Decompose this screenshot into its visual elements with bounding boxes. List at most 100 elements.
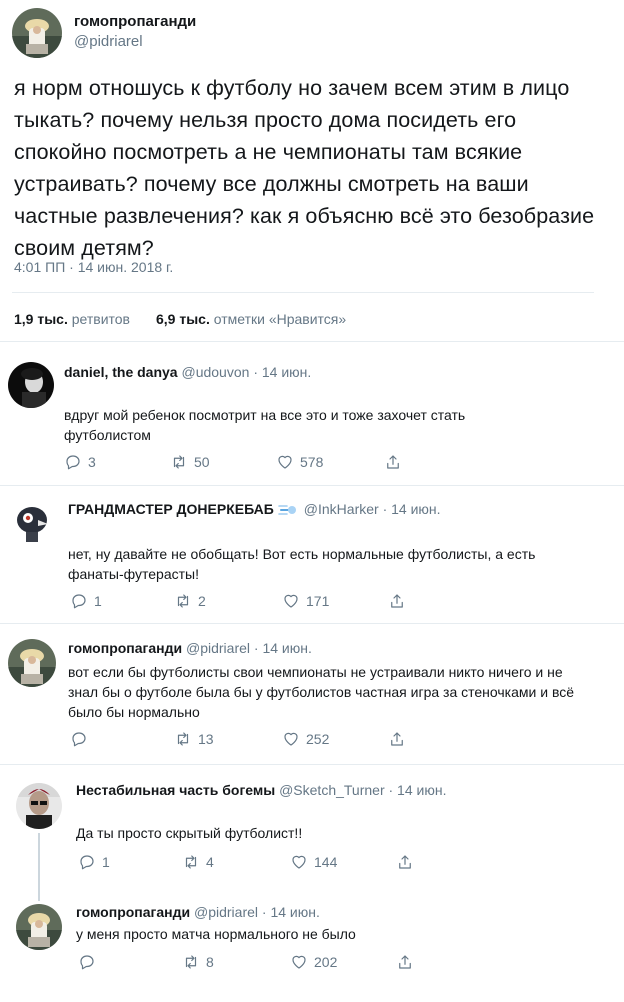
reply-date[interactable]: · 14 июн. bbox=[254, 640, 312, 656]
reply-icon bbox=[72, 732, 86, 747]
retweet-count: 8 bbox=[206, 954, 214, 970]
like-button[interactable]: 171 bbox=[282, 592, 329, 610]
retweet-count: 13 bbox=[198, 731, 214, 747]
reply-icon bbox=[80, 855, 94, 870]
retweet-icon bbox=[177, 732, 189, 746]
likes-count: 6,9 тыс. bbox=[156, 311, 210, 327]
reply-text: нет, ну давайте не обобщать! Вот есть но… bbox=[68, 546, 536, 582]
reply-author-name[interactable]: ГРАНДМАСТЕР ДОНЕРКЕБАБ bbox=[68, 501, 274, 517]
retweets-stat[interactable]: 1,9 тыс. ретвитов bbox=[14, 311, 130, 327]
like-count: 144 bbox=[314, 854, 338, 870]
retweet-button[interactable]: 13 bbox=[174, 730, 214, 748]
reply-icon bbox=[72, 594, 86, 609]
heart-icon bbox=[284, 732, 298, 746]
share-button[interactable] bbox=[388, 592, 406, 610]
divider bbox=[12, 292, 594, 293]
reply-avatar[interactable] bbox=[8, 362, 54, 408]
share-icon bbox=[399, 955, 411, 969]
reply-author-handle[interactable]: @udouvon bbox=[181, 364, 249, 380]
reply-avatar[interactable] bbox=[16, 783, 62, 829]
share-icon bbox=[387, 455, 399, 469]
reply-header: daniel, the danya @udouvon · 14 июн. bbox=[64, 364, 311, 380]
dash-emoji-icon bbox=[277, 505, 296, 516]
reply-count: 3 bbox=[88, 454, 96, 470]
reply-actions: 1 2 171 bbox=[70, 592, 430, 612]
reply-date[interactable]: · 14 июн. bbox=[389, 782, 447, 798]
share-button[interactable] bbox=[396, 953, 414, 971]
heart-icon bbox=[278, 455, 292, 469]
reply-avatar[interactable] bbox=[8, 639, 56, 687]
retweet-button[interactable]: 4 bbox=[182, 853, 214, 871]
retweet-button[interactable]: 2 bbox=[174, 592, 206, 610]
share-button[interactable] bbox=[396, 853, 414, 871]
like-count: 578 bbox=[300, 454, 324, 470]
retweet-button[interactable]: 50 bbox=[170, 453, 210, 471]
reply-author-name[interactable]: гомопропаганди bbox=[76, 904, 190, 920]
reply-author-name[interactable]: daniel, the danya bbox=[64, 364, 178, 380]
retweets-label: ретвитов bbox=[71, 311, 130, 327]
reply-text: вот если бы футболисты свои чемпионаты н… bbox=[68, 664, 575, 720]
retweet-icon bbox=[173, 455, 185, 469]
retweet-button[interactable]: 8 bbox=[182, 953, 214, 971]
thread-connector bbox=[38, 833, 40, 901]
like-count: 252 bbox=[306, 731, 330, 747]
reply-author-name[interactable]: Нестабильная часть богемы bbox=[76, 782, 275, 798]
reply-avatar[interactable] bbox=[16, 904, 62, 950]
like-count: 202 bbox=[314, 954, 338, 970]
like-count: 171 bbox=[306, 593, 330, 609]
tweet-stats: 1,9 тыс. ретвитов 6,9 тыс. отметки «Нрави… bbox=[14, 311, 346, 327]
reply-date[interactable]: · 14 июн. bbox=[262, 904, 320, 920]
heart-icon bbox=[292, 955, 306, 969]
reply-text: вдруг мой ребенок посмотрит на все это и… bbox=[64, 407, 466, 443]
reply-text: Да ты просто скрытый футболист!! bbox=[76, 825, 303, 841]
reply-author-handle[interactable]: @pidriarel bbox=[194, 904, 258, 920]
author-avatar[interactable] bbox=[12, 8, 62, 58]
reply-date[interactable]: · 14 июн. bbox=[253, 364, 311, 380]
reply-count: 1 bbox=[102, 854, 110, 870]
reply-icon bbox=[80, 955, 94, 970]
share-button[interactable] bbox=[388, 730, 406, 748]
like-button[interactable]: 202 bbox=[290, 953, 337, 971]
like-button[interactable]: 144 bbox=[290, 853, 337, 871]
reply-date[interactable]: · 14 июн. bbox=[383, 501, 441, 517]
retweet-icon bbox=[185, 955, 197, 969]
divider bbox=[0, 623, 624, 624]
author-handle[interactable]: @pidriarel bbox=[74, 33, 143, 50]
reply-icon bbox=[66, 455, 80, 470]
reply-actions: 3 50 578 bbox=[64, 453, 424, 473]
reply-actions: 1 4 144 bbox=[78, 853, 438, 873]
reply-author-handle[interactable]: @Sketch_Turner bbox=[279, 782, 385, 798]
share-icon bbox=[399, 855, 411, 869]
reply-author-handle[interactable]: @InkHarker bbox=[304, 501, 379, 517]
reply-button[interactable]: 1 bbox=[70, 592, 102, 610]
share-icon bbox=[391, 594, 403, 608]
tweet-timestamp[interactable]: 4:01 ПП · 14 июн. 2018 г. bbox=[14, 259, 173, 275]
author-name[interactable]: гомопропаганди bbox=[74, 13, 196, 30]
reply-header: гомопропаганди @pidriarel · 14 июн. bbox=[76, 904, 320, 920]
share-button[interactable] bbox=[384, 453, 402, 471]
reply-header: гомопропаганди @pidriarel · 14 июн. bbox=[68, 640, 312, 656]
retweet-count: 50 bbox=[194, 454, 210, 470]
retweet-count: 2 bbox=[198, 593, 206, 609]
likes-stat[interactable]: 6,9 тыс. отметки «Нравится» bbox=[156, 311, 346, 327]
reply-header: ГРАНДМАСТЕР ДОНЕРКЕБАБ @InkHarker · 14 ию… bbox=[68, 501, 441, 517]
reply-count: 1 bbox=[94, 593, 102, 609]
reply-button[interactable] bbox=[78, 953, 102, 971]
like-button[interactable]: 252 bbox=[282, 730, 329, 748]
divider bbox=[0, 341, 624, 342]
heart-icon bbox=[284, 594, 298, 608]
reply-avatar[interactable] bbox=[8, 498, 56, 546]
reply-author-name[interactable]: гомопропаганди bbox=[68, 640, 182, 656]
retweet-icon bbox=[177, 594, 189, 608]
reply-author-handle[interactable]: @pidriarel bbox=[186, 640, 250, 656]
reply-button[interactable]: 1 bbox=[78, 853, 110, 871]
divider bbox=[0, 485, 624, 486]
like-button[interactable]: 578 bbox=[276, 453, 323, 471]
retweets-count: 1,9 тыс. bbox=[14, 311, 68, 327]
reply-actions: 13 252 bbox=[70, 730, 430, 750]
heart-icon bbox=[292, 855, 306, 869]
reply-button[interactable]: 3 bbox=[64, 453, 96, 471]
reply-button[interactable] bbox=[70, 730, 94, 748]
likes-label: отметки «Нравится» bbox=[213, 311, 347, 327]
reply-text: у меня просто матча нормального не было bbox=[76, 926, 356, 942]
